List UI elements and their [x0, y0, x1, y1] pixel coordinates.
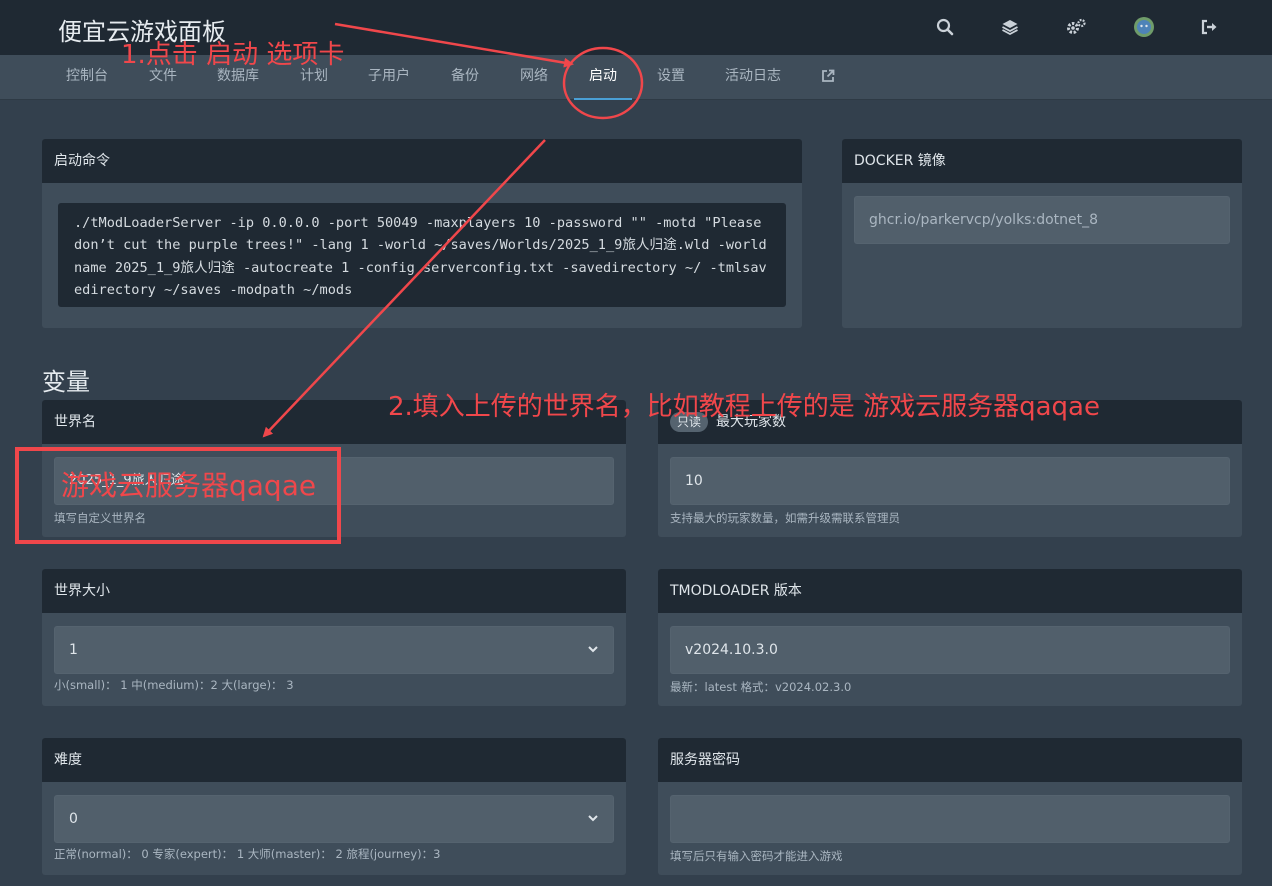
- difficulty-value: 0: [69, 811, 78, 827]
- world-name-hint: 填写自定义世界名: [54, 511, 146, 525]
- max-players-hint: 支持最大的玩家数量，如需升级需联系管理员: [670, 511, 900, 525]
- server-password-hint: 填写后只有输入密码才能进入游戏: [670, 849, 843, 863]
- annotation-world-name-text: 游戏云服务器qaqae: [61, 469, 317, 502]
- annotation-step2: 2.填入上传的世界名，比如教程上传的是 游戏云服务器qaqae: [388, 392, 1100, 422]
- docker-image-card: DOCKER 镜像 ghcr.io/parkervcp/yolks:dotnet…: [842, 139, 1242, 328]
- server-password-input[interactable]: [670, 795, 1230, 843]
- max-players-input[interactable]: 10: [670, 457, 1230, 505]
- tab-settings[interactable]: 设置: [657, 55, 685, 100]
- server-password-label: 服务器密码: [658, 738, 1242, 782]
- chevron-down-icon: [588, 815, 598, 822]
- startup-command-card: 启动命令 ./tModLoaderServer -ip 0.0.0.0 -por…: [42, 139, 802, 328]
- tab-network[interactable]: 网络: [520, 55, 548, 100]
- tmodloader-version-label: TMODLOADER 版本: [658, 569, 1242, 613]
- docker-image-title: DOCKER 镜像: [842, 139, 1242, 183]
- world-size-select[interactable]: 1: [54, 626, 614, 674]
- layers-icon[interactable]: [999, 16, 1021, 38]
- tmodloader-version-card: TMODLOADER 版本 v2024.10.3.0 最新：latest 格式：…: [658, 569, 1242, 706]
- cogs-icon[interactable]: [1065, 16, 1087, 38]
- startup-command-text: ./tModLoaderServer -ip 0.0.0.0 -port 500…: [58, 203, 786, 307]
- tab-subusers[interactable]: 子用户: [368, 55, 410, 100]
- tab-startup[interactable]: 启动: [574, 55, 632, 100]
- external-link-icon[interactable]: [821, 55, 835, 100]
- world-size-hint: 小(small)： 1 中(medium)：2 大(large)： 3: [54, 678, 294, 692]
- world-size-value: 1: [69, 642, 78, 658]
- tab-console[interactable]: 控制台: [66, 55, 108, 100]
- difficulty-card: 难度 0 正常(normal)： 0 专家(expert)： 1 大师(mast…: [42, 738, 626, 875]
- tmodloader-version-hint: 最新：latest 格式：v2024.02.3.0: [670, 680, 852, 694]
- startup-command-title: 启动命令: [42, 139, 802, 183]
- avatar[interactable]: [1133, 16, 1155, 38]
- tmodloader-version-input[interactable]: v2024.10.3.0: [670, 626, 1230, 674]
- difficulty-label: 难度: [42, 738, 626, 782]
- search-icon[interactable]: [934, 16, 956, 38]
- annotation-step1: 1.点击 启动 选项卡: [121, 40, 345, 70]
- server-password-card: 服务器密码 填写后只有输入密码才能进入游戏: [658, 738, 1242, 875]
- docker-image-select[interactable]: ghcr.io/parkervcp/yolks:dotnet_8: [854, 196, 1230, 244]
- chevron-down-icon: [588, 646, 598, 653]
- tab-activity-log[interactable]: 活动日志: [725, 55, 781, 100]
- difficulty-select[interactable]: 0: [54, 795, 614, 843]
- tab-backups[interactable]: 备份: [451, 55, 479, 100]
- variables-title: 变量: [42, 368, 90, 396]
- logout-icon[interactable]: [1199, 16, 1221, 38]
- world-size-label: 世界大小: [42, 569, 626, 613]
- difficulty-hint: 正常(normal)： 0 专家(expert)： 1 大师(master)： …: [54, 847, 441, 861]
- world-size-card: 世界大小 1 小(small)： 1 中(medium)：2 大(large)：…: [42, 569, 626, 706]
